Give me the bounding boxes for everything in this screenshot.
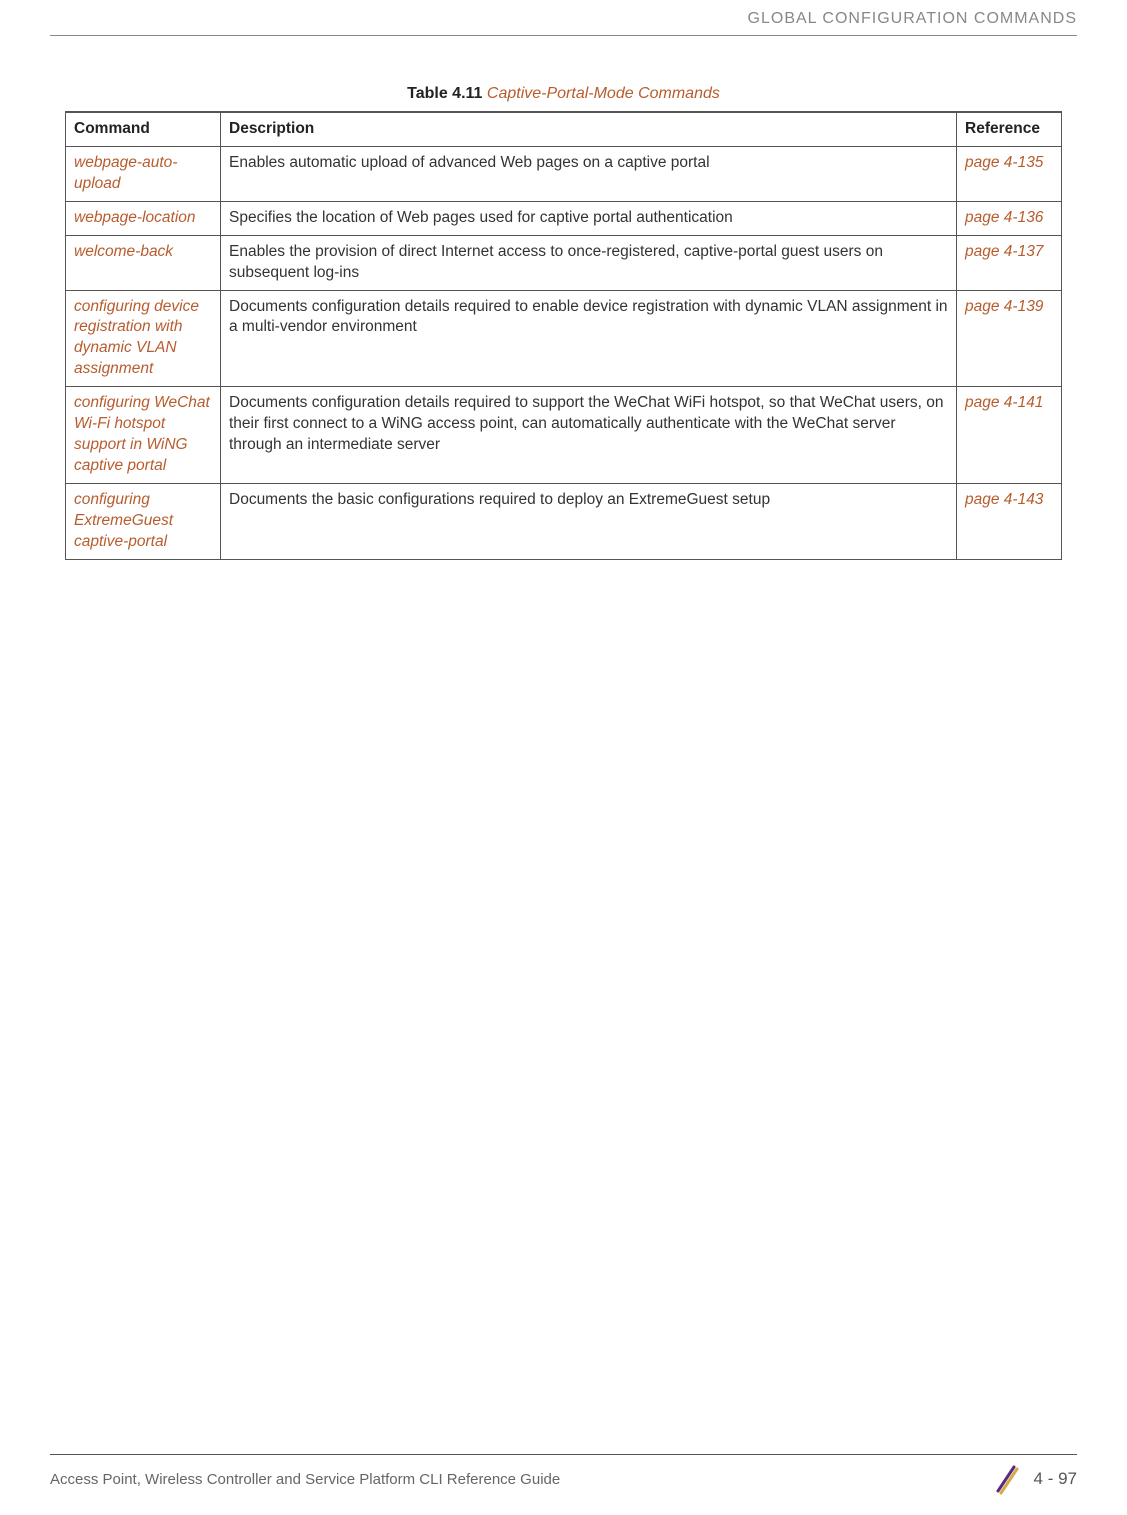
description-cell: Enables the provision of direct Internet…	[221, 235, 957, 290]
table-row: configuring device registration with dyn…	[66, 290, 1062, 387]
table-caption: Table 4.11 Captive-Portal-Mode Commands	[65, 85, 1062, 103]
footer-guide-title: Access Point, Wireless Controller and Se…	[50, 1471, 560, 1488]
table-title: Captive-Portal-Mode Commands	[487, 85, 720, 102]
table-row: welcome-back Enables the provision of di…	[66, 235, 1062, 290]
description-cell: Documents the basic configurations requi…	[221, 483, 957, 559]
header-description: Description	[221, 112, 957, 146]
section-header: GLOBAL CONFIGURATION COMMANDS	[748, 10, 1077, 28]
page-footer: Access Point, Wireless Controller and Se…	[50, 1454, 1077, 1495]
brand-slash-icon	[990, 1463, 1022, 1495]
command-link[interactable]: webpage-auto-upload	[66, 146, 221, 201]
table-header-row: Command Description Reference	[66, 112, 1062, 146]
reference-link[interactable]: page 4-137	[957, 235, 1062, 290]
table-row: webpage-auto-upload Enables automatic up…	[66, 146, 1062, 201]
header-reference: Reference	[957, 112, 1062, 146]
table-row: webpage-location Specifies the location …	[66, 201, 1062, 235]
header-rule	[50, 35, 1077, 36]
command-link[interactable]: configuring device registration with dyn…	[66, 290, 221, 387]
footer-right: 4 - 97	[990, 1463, 1077, 1495]
table-number: Table 4.11	[407, 85, 482, 102]
command-link[interactable]: welcome-back	[66, 235, 221, 290]
command-link[interactable]: configuring WeChat Wi-Fi hotspot support…	[66, 387, 221, 484]
table-row: configuring ExtremeGuest captive-portal …	[66, 483, 1062, 559]
description-cell: Documents configuration details required…	[221, 387, 957, 484]
header-command: Command	[66, 112, 221, 146]
reference-link[interactable]: page 4-135	[957, 146, 1062, 201]
description-cell: Documents configuration details required…	[221, 290, 957, 387]
description-cell: Enables automatic upload of advanced Web…	[221, 146, 957, 201]
reference-link[interactable]: page 4-141	[957, 387, 1062, 484]
reference-link[interactable]: page 4-143	[957, 483, 1062, 559]
commands-table: Command Description Reference webpage-au…	[65, 111, 1062, 560]
command-link[interactable]: configuring ExtremeGuest captive-portal	[66, 483, 221, 559]
command-link[interactable]: webpage-location	[66, 201, 221, 235]
table-row: configuring WeChat Wi-Fi hotspot support…	[66, 387, 1062, 484]
description-cell: Specifies the location of Web pages used…	[221, 201, 957, 235]
page-number: 4 - 97	[1034, 1469, 1077, 1489]
main-content: Table 4.11 Captive-Portal-Mode Commands …	[65, 85, 1062, 560]
reference-link[interactable]: page 4-136	[957, 201, 1062, 235]
reference-link[interactable]: page 4-139	[957, 290, 1062, 387]
